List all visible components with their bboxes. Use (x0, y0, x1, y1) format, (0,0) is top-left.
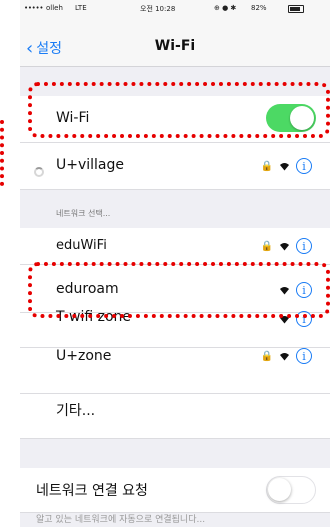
status-bar: ••••• olleh LTE 오전 10:28 ⊕ ● ✱ 82% (20, 0, 330, 16)
wifi-signal-icon (280, 352, 289, 360)
wifi-signal-icon (280, 315, 289, 323)
network-name: eduroam (56, 281, 119, 297)
wifi-toggle-row: Wi-Fi (20, 96, 330, 143)
lock-icon: 🔒 (260, 350, 273, 362)
info-icon[interactable]: i (296, 311, 312, 327)
signal-strength: ••••• (24, 4, 44, 12)
network-row-eduroam[interactable]: eduroam i (20, 265, 330, 313)
network-name: U+zone (56, 348, 112, 364)
network-name: eduWiFi (56, 238, 107, 253)
wifi-switch[interactable] (266, 104, 316, 132)
network-row-eduwifi[interactable]: eduWiFi 🔒 i (20, 228, 330, 265)
phone-screen: ••••• olleh LTE 오전 10:28 ⊕ ● ✱ 82% ‹ 설정 W… (20, 0, 330, 527)
highlight-left-marker (0, 120, 6, 186)
wifi-signal-icon (280, 162, 289, 170)
other-label: 기타... (56, 403, 96, 419)
page-title: Wi-Fi (154, 38, 196, 54)
ask-to-join-label: 네트워크 연결 요청 (36, 483, 148, 499)
carrier-name: olleh (46, 4, 63, 12)
ask-to-join-row: 네트워크 연결 요청 (20, 468, 330, 513)
footer-text: 알고 있는 네트워크에 자동으로 연결됩니다... (36, 515, 206, 525)
network-type: LTE (75, 4, 87, 12)
wifi-signal-icon (280, 242, 289, 250)
status-time: 오전 10:28 (140, 5, 176, 13)
info-icon[interactable]: i (296, 158, 312, 174)
info-icon[interactable]: i (296, 348, 312, 364)
navigation-bar: ‹ 설정 Wi-Fi (20, 16, 330, 67)
section-header: 네트워크 선택... (56, 209, 111, 218)
info-icon[interactable]: i (296, 282, 312, 298)
wifi-label: Wi-Fi (56, 110, 90, 126)
loading-spinner-icon (34, 167, 44, 177)
status-icons: ⊕ ● ✱ (214, 4, 237, 12)
connected-network-row[interactable]: U+village 🔒 i (20, 143, 330, 190)
network-row-twifizone[interactable]: T wifi zone i (20, 309, 330, 348)
network-name: T wifi zone (56, 309, 132, 325)
ask-to-join-switch[interactable] (266, 476, 316, 504)
lock-icon: 🔒 (260, 240, 273, 252)
network-row-uzone[interactable]: U+zone 🔒 i (20, 348, 330, 394)
battery-percent: 82% (251, 4, 267, 12)
info-icon[interactable]: i (296, 238, 312, 254)
lock-icon: 🔒 (260, 160, 273, 172)
battery-icon (288, 5, 304, 13)
other-network-row[interactable]: 기타... (20, 394, 330, 439)
network-name: U+village (56, 157, 125, 173)
wifi-signal-icon (280, 286, 289, 294)
